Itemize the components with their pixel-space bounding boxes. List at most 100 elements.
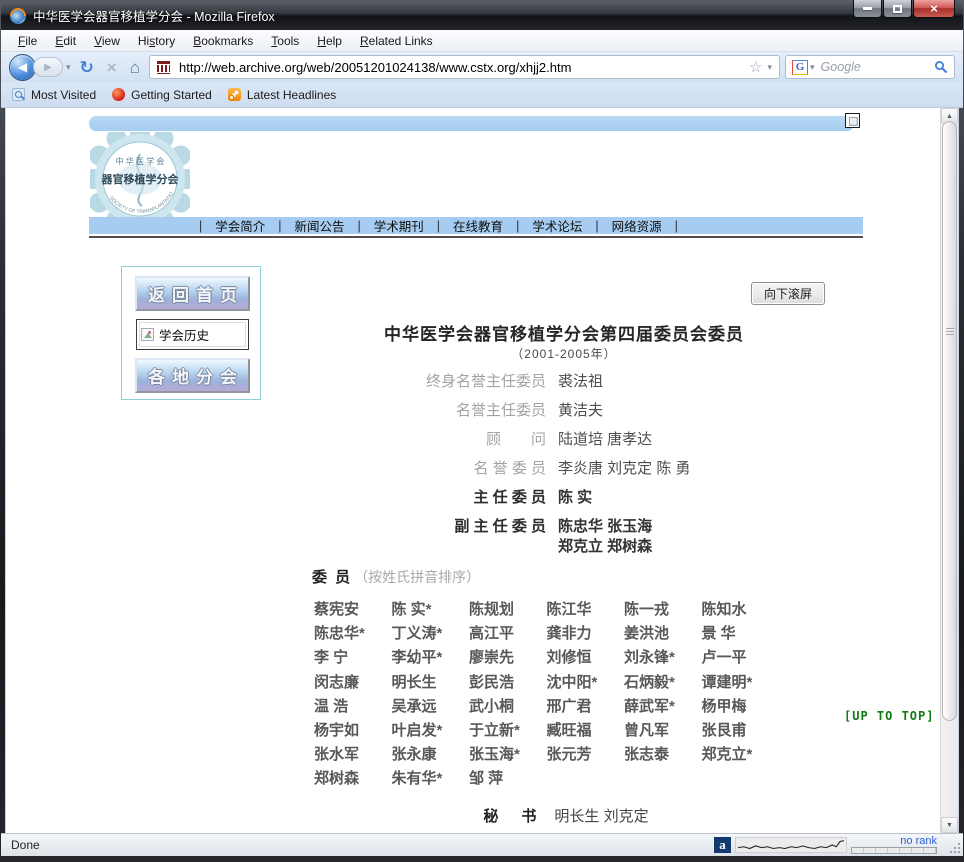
member-name: 朱有华*: [392, 767, 470, 791]
member-name: 邹 萍: [469, 767, 547, 791]
members-heading-title: 委 员: [312, 569, 352, 586]
sidebar-history-link[interactable]: 学会历史: [136, 319, 249, 350]
member-name: 蔡宪安: [314, 598, 392, 622]
up-to-top-link[interactable]: [UP TO TOP]: [844, 709, 934, 723]
sidebar: 返回首页 学会历史 各地分会: [121, 266, 261, 400]
member-name: 张永康: [392, 743, 470, 767]
member-name: 陈知水: [702, 598, 780, 622]
close-button[interactable]: ×: [913, 0, 955, 18]
member-name: 陈一戎: [624, 598, 702, 622]
site-nav-link[interactable]: 学术论坛: [519, 216, 595, 235]
search-engine-dropdown[interactable]: ▾: [810, 62, 815, 73]
back-icon: ◀: [18, 60, 27, 74]
minimize-button[interactable]: [853, 0, 882, 18]
window-title: 中华医学会器官移植学分会 - Mozilla Firefox: [33, 6, 275, 25]
vertical-scrollbar[interactable]: ▲ ▼: [940, 108, 958, 833]
officer-label: 主 任 委 员: [304, 488, 546, 508]
site-nav-link[interactable]: 学会简介: [202, 216, 278, 235]
page-top-banner: [89, 116, 854, 131]
member-name: 邢广君: [547, 695, 625, 719]
menu-help[interactable]: Help: [308, 32, 351, 50]
officer-label: 副 主 任 委 员: [304, 517, 546, 557]
menu-edit[interactable]: Edit: [46, 32, 85, 50]
officer-names: 裘法祖: [558, 372, 603, 392]
member-name: 郑树森: [314, 767, 392, 791]
forward-button[interactable]: ▶: [33, 57, 63, 77]
member-name: 武小桐: [469, 695, 547, 719]
stop-button[interactable]: ×: [103, 59, 121, 76]
member-name: 张志泰: [624, 743, 702, 767]
site-nav-link[interactable]: 学术期刊: [361, 216, 437, 235]
status-text: Done: [11, 838, 40, 852]
officer-names: 陈 实: [558, 488, 592, 508]
officer-label: 终身名誉主任委员: [304, 372, 546, 392]
url-dropdown[interactable]: ▾: [767, 62, 772, 73]
members-heading: 委 员（按姓氏拼音排序）: [312, 566, 480, 587]
member-name: 张玉海*: [469, 743, 547, 767]
resize-grip[interactable]: [947, 840, 960, 853]
scrollbar-down-button[interactable]: ▼: [941, 817, 958, 833]
bookmark-star-icon[interactable]: ☆: [749, 60, 762, 75]
web-archive-favicon: [157, 61, 170, 74]
sidebar-home-button[interactable]: 返回首页: [135, 276, 250, 311]
member-name: 刘修恒: [547, 646, 625, 670]
scrollbar-thumb[interactable]: [942, 121, 957, 721]
url-bar[interactable]: ☆ ▾: [149, 55, 780, 79]
member-name: 臧旺福: [547, 719, 625, 743]
bookmark-most-visited[interactable]: Most Visited: [12, 88, 96, 102]
site-navigation: |学会简介|新闻公告|学术期刊|在线教育|学术论坛|网络资源|: [89, 217, 863, 234]
secretary-names: 明长生 刘克定: [554, 808, 648, 825]
secretary-row: 秘 书明长生 刘克定: [326, 805, 806, 826]
rss-icon: [228, 88, 241, 101]
back-button[interactable]: ◀: [9, 54, 36, 81]
member-name: 沈中阳*: [547, 671, 625, 695]
officer-row: 主 任 委 员陈 实: [304, 488, 834, 508]
search-icon[interactable]: [934, 60, 948, 74]
menu-bar: FileEditViewHistoryBookmarksToolsHelpRel…: [1, 30, 963, 52]
member-name: 叶启发*: [392, 719, 470, 743]
menu-file[interactable]: File: [9, 32, 46, 50]
officer-label: 名誉主任委员: [304, 401, 546, 421]
officer-row: 副 主 任 委 员陈忠华 张玉海郑克立 郑树森: [304, 517, 834, 557]
member-name: 陈江华: [547, 598, 625, 622]
member-name: 陈忠华*: [314, 622, 392, 646]
maximize-button[interactable]: [883, 0, 912, 18]
member-name: 杨宇如: [314, 719, 392, 743]
url-input[interactable]: [177, 59, 742, 76]
member-name: 丁义涛*: [392, 622, 470, 646]
history-dropdown[interactable]: ▾: [66, 62, 71, 73]
bookmark-getting-started[interactable]: Getting Started: [112, 88, 212, 102]
officer-names: 李炎唐 刘克定 陈 勇: [558, 459, 691, 479]
officer-row: 终身名誉主任委员裘法祖: [304, 372, 834, 392]
menu-bookmarks[interactable]: Bookmarks: [184, 32, 262, 50]
menu-view[interactable]: View: [85, 32, 129, 50]
search-input[interactable]: [819, 59, 930, 75]
home-button[interactable]: ⌂: [126, 59, 144, 76]
site-nav-link[interactable]: 在线教育: [440, 216, 516, 235]
scroll-down-button[interactable]: 向下滚屏: [751, 282, 825, 305]
header-divider: [89, 236, 863, 238]
bookmark-latest-headlines[interactable]: Latest Headlines: [228, 88, 336, 102]
officer-names: 陆道培 唐孝达: [558, 430, 652, 450]
officer-row: 顾 问陆道培 唐孝达: [304, 430, 834, 450]
member-name: 龚非力: [547, 622, 625, 646]
site-nav-link[interactable]: 新闻公告: [282, 216, 358, 235]
menu-tools[interactable]: Tools: [262, 32, 308, 50]
forward-icon: ▶: [44, 62, 52, 73]
member-name: 高江平: [469, 622, 547, 646]
traffic-sparkline: [735, 837, 847, 853]
member-name: 明长生: [392, 671, 470, 695]
reload-button[interactable]: ↻: [76, 59, 98, 76]
getting-started-icon: [112, 88, 125, 101]
menu-related-links[interactable]: Related Links: [351, 32, 442, 50]
site-nav-link[interactable]: 网络资源: [599, 216, 675, 235]
broken-image-icon: [141, 328, 154, 341]
google-engine-icon[interactable]: G: [792, 60, 808, 75]
members-grid: 蔡宪安陈 实*陈规划陈江华陈一戎陈知水陈忠华*丁义涛*高江平龚非力姜洪池景 华李…: [314, 598, 779, 792]
member-name: 谭建明*: [702, 671, 780, 695]
menu-history[interactable]: History: [129, 32, 184, 50]
officer-names: 陈忠华 张玉海郑克立 郑树森: [558, 517, 652, 557]
sidebar-branches-button[interactable]: 各地分会: [135, 358, 250, 393]
search-box[interactable]: G ▾: [785, 55, 955, 79]
nav-separator: |: [675, 219, 678, 233]
